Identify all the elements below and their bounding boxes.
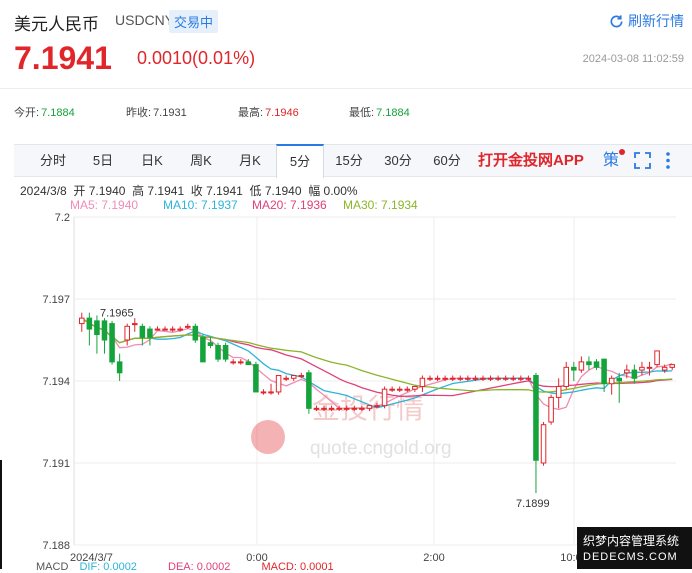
candle-body <box>404 388 411 391</box>
candle-body <box>116 361 123 374</box>
candle-body <box>147 328 153 338</box>
candle-body <box>313 407 320 410</box>
candle-body <box>177 328 183 331</box>
overlay-url: DEDECMS.COM <box>583 551 678 563</box>
candle-body <box>586 361 592 366</box>
candle-body <box>434 377 441 380</box>
candle-body <box>389 388 395 391</box>
candle-body <box>86 317 93 330</box>
candle-body <box>169 328 176 331</box>
candle-body <box>593 361 600 368</box>
candle-body <box>184 325 191 328</box>
candle-body <box>442 377 448 380</box>
candle-body <box>525 377 532 380</box>
candle-body <box>290 375 297 379</box>
candle-body <box>518 377 524 380</box>
y-tick-label: 7.188 <box>42 540 70 552</box>
candle-body <box>601 358 607 385</box>
candle-body <box>94 320 100 336</box>
candle-body <box>306 372 312 409</box>
candle-body <box>548 396 554 423</box>
x-tick-label: 2:00 <box>423 552 444 564</box>
candle-body <box>616 377 622 382</box>
left-edge-bar <box>0 460 2 569</box>
candle-body <box>495 377 501 380</box>
candle-body <box>343 407 350 410</box>
candle-body <box>457 377 464 380</box>
candle-body <box>351 407 358 410</box>
candle-body <box>192 325 199 341</box>
candle-body <box>230 361 236 364</box>
candle-body <box>154 328 161 331</box>
watermark-url: quote.cngold.org <box>310 438 452 459</box>
candle-body <box>608 377 615 385</box>
candle-body <box>639 366 645 371</box>
candle-body <box>661 366 668 371</box>
candle-body <box>79 317 85 325</box>
corner-overlay: 织梦内容管理系统 DEDECMS.COM <box>577 527 692 569</box>
candle-body <box>571 366 577 371</box>
candle-body <box>487 377 494 380</box>
macd-value: MACD: 0.0001 <box>261 561 334 573</box>
candle-body <box>237 361 244 364</box>
candle-body <box>563 366 570 387</box>
candle-body <box>275 375 282 393</box>
candle-body <box>260 391 267 394</box>
macd-dif: DIF: 0.0002 <box>79 561 137 573</box>
candle-body <box>336 407 342 410</box>
candle-body <box>298 375 305 378</box>
candle-body <box>366 405 373 409</box>
candle-body <box>578 361 585 371</box>
candle-body <box>162 328 168 331</box>
y-tick-label: 7.2 <box>55 212 70 224</box>
candle-body <box>124 325 130 341</box>
candle-body <box>480 377 486 380</box>
candle-body <box>540 424 547 464</box>
candle-body <box>321 407 327 410</box>
candle-body <box>328 407 335 410</box>
candle-body <box>533 375 539 461</box>
candle-body <box>381 388 388 407</box>
candle-body <box>200 336 206 363</box>
candle-body <box>207 342 214 346</box>
candle-body <box>412 385 418 390</box>
candle-body <box>268 391 274 394</box>
macd-title: MACD <box>36 561 69 573</box>
macd-row: MACD DIF: 0.0002 DEA: 0.0002 MACD: 0.000… <box>36 561 334 573</box>
candle-body <box>646 366 653 369</box>
candle-body <box>283 377 289 380</box>
candle-body <box>396 388 403 391</box>
price-annotation: 7.1899 <box>516 498 550 510</box>
price-annotation: 7.1965 <box>100 308 134 320</box>
y-tick-label: 7.194 <box>42 376 70 388</box>
candle-body <box>374 405 380 408</box>
candle-body <box>222 344 229 360</box>
candle-body <box>654 350 660 366</box>
overlay-text: 织梦内容管理系统 <box>583 534 680 548</box>
candle-body <box>215 344 221 360</box>
macd-dea: DEA: 0.0002 <box>168 561 231 573</box>
candle-body <box>472 377 479 380</box>
candle-body <box>132 323 138 326</box>
y-tick-label: 7.197 <box>42 294 70 306</box>
candle-body <box>465 377 471 380</box>
watermark-logo-icon <box>251 420 285 454</box>
candle-body <box>631 369 638 379</box>
candle-body <box>669 364 675 368</box>
candle-body <box>510 377 517 380</box>
candle-body <box>101 320 108 341</box>
candle-body <box>359 407 365 410</box>
candle-body <box>624 369 630 374</box>
candle-body <box>109 323 115 363</box>
candle-body <box>253 364 259 393</box>
candlestick-chart[interactable]: 金投行情 quote.cngold.org 7.27.1977.1947.191… <box>0 0 692 569</box>
candle-body <box>449 377 456 380</box>
candle-body <box>419 377 426 387</box>
candle-body <box>502 377 509 380</box>
candle-body <box>427 377 433 380</box>
candle-body <box>555 385 562 398</box>
candle-body <box>139 325 146 338</box>
y-tick-label: 7.191 <box>42 458 70 470</box>
candle-body <box>245 361 252 366</box>
